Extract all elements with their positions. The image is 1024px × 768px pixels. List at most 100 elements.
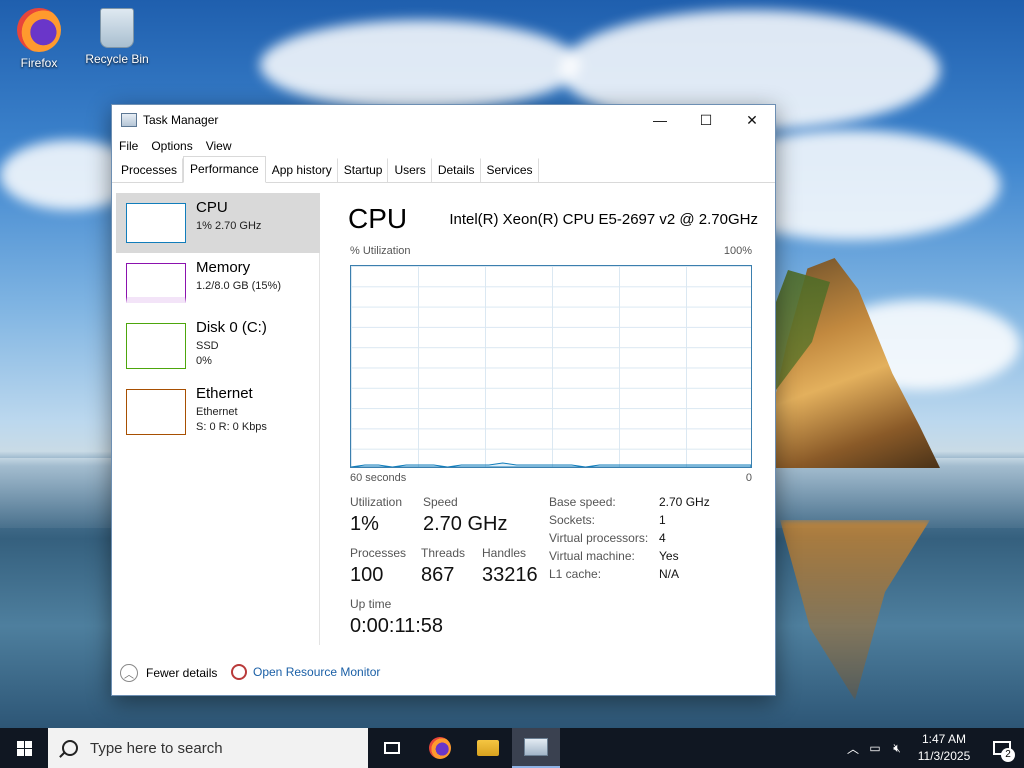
graph-y-label: % Utilization: [350, 245, 411, 257]
firefox-icon: [429, 737, 451, 759]
tab-services[interactable]: Services: [481, 158, 539, 182]
graph-x-label: 60 seconds: [350, 472, 407, 484]
title-bar[interactable]: Task Manager — ☐ ✕: [112, 105, 775, 135]
search-icon: [62, 740, 78, 756]
processes-label: Processes: [350, 546, 407, 560]
resource-item-ethernet[interactable]: Ethernet Ethernet S: 0 R: 0 Kbps: [116, 379, 320, 443]
cpu-utilization-line: [351, 462, 751, 467]
taskbar-task-manager[interactable]: [512, 728, 560, 768]
spec-value: 2.70 GHz: [659, 495, 710, 509]
spec-value: 4: [659, 531, 666, 545]
resource-name: Memory: [196, 259, 251, 276]
cpu-detail-panel: CPU Intel(R) Xeon(R) CPU E5-2697 v2 @ 2.…: [348, 193, 758, 645]
task-manager-window: Task Manager — ☐ ✕ File Options View Pro…: [111, 104, 776, 696]
resource-item-disk[interactable]: Disk 0 (C:) SSD 0%: [116, 313, 320, 377]
fewer-details-label: Fewer details: [146, 666, 218, 680]
tab-users[interactable]: Users: [388, 158, 432, 182]
fewer-details-button[interactable]: ︿ Fewer details: [120, 664, 217, 682]
action-center-button[interactable]: 2: [980, 728, 1024, 768]
cpu-model-name: Intel(R) Xeon(R) CPU E5-2697 v2 @ 2.70GH…: [449, 211, 758, 228]
cpu-graph-svg: [351, 462, 751, 467]
recycle-bin-icon: [100, 8, 134, 48]
chevron-up-icon: ︿: [120, 664, 138, 682]
menu-options[interactable]: Options: [151, 139, 192, 153]
uptime-label: Up time: [350, 597, 392, 611]
tab-performance[interactable]: Performance: [183, 156, 266, 183]
clock-date: 11/3/2025: [917, 749, 971, 763]
graph-x-min-label: 0: [745, 472, 752, 484]
spec-value: N/A: [659, 567, 680, 581]
search-placeholder: Type here to search: [90, 739, 223, 757]
resource-name: CPU: [196, 199, 228, 216]
threads-value: 867: [421, 564, 455, 586]
tab-processes[interactable]: Processes: [115, 158, 184, 182]
taskbar: Type here to search ︿ ▭ 🔇︎ 1:47 AM 11/3/…: [0, 728, 1024, 768]
spec-label: Base speed:: [549, 495, 616, 509]
clock-time: 1:47 AM: [921, 732, 967, 746]
disk-thumbnail-graph: [126, 323, 186, 369]
menu-file[interactable]: File: [119, 139, 138, 153]
task-view-icon: [384, 742, 400, 754]
handles-label: Handles: [482, 546, 527, 560]
open-resource-monitor-link[interactable]: Open Resource Monitor: [231, 664, 380, 680]
taskbar-clock[interactable]: 1:47 AM 11/3/2025: [908, 731, 980, 765]
spec-label: L1 cache:: [549, 567, 602, 581]
window-title: Task Manager: [143, 113, 219, 127]
desktop-icon-firefox[interactable]: Firefox: [4, 8, 74, 70]
tab-details[interactable]: Details: [432, 158, 481, 182]
window-footer: ︿ Fewer details Open Resource Monitor: [112, 647, 775, 695]
show-hidden-icons-button[interactable]: ︿: [842, 728, 864, 768]
desktop-icon-label: Firefox: [20, 56, 58, 70]
task-view-button[interactable]: [368, 728, 416, 768]
taskbar-search-box[interactable]: Type here to search: [48, 728, 368, 768]
utilization-value: 1%: [350, 513, 379, 535]
ethernet-thumbnail-graph: [126, 389, 186, 435]
desktop-icon-recycle-bin[interactable]: Recycle Bin: [82, 8, 152, 66]
spec-label: Virtual processors:: [549, 531, 649, 545]
utilization-label: Utilization: [350, 495, 403, 509]
windows-logo-icon: [16, 740, 32, 756]
taskbar-firefox[interactable]: [416, 728, 464, 768]
minimize-icon: —: [653, 112, 667, 128]
network-icon[interactable]: ▭: [864, 728, 886, 768]
resource-list: CPU 1% 2.70 GHz Memory 1.2/8.0 GB (15%) …: [116, 193, 320, 645]
handles-value: 33216: [482, 564, 538, 586]
resource-item-memory[interactable]: Memory 1.2/8.0 GB (15%): [116, 253, 320, 313]
start-button[interactable]: [0, 728, 48, 768]
threads-label: Threads: [421, 546, 466, 560]
spec-label: Sockets:: [549, 513, 596, 527]
menu-view[interactable]: View: [206, 139, 232, 153]
open-resource-monitor-label: Open Resource Monitor: [253, 665, 381, 679]
memory-thumbnail-graph: [126, 263, 186, 303]
spec-value: 1: [659, 513, 666, 527]
close-icon: ✕: [746, 111, 758, 128]
taskbar-file-explorer[interactable]: [464, 728, 512, 768]
spec-value: Yes: [659, 549, 679, 563]
resource-detail: S: 0 R: 0 Kbps: [196, 421, 267, 433]
tab-strip: Processes Performance App history Startu…: [112, 156, 775, 183]
resource-monitor-icon: [231, 664, 247, 680]
folder-icon: [477, 740, 499, 756]
detail-title: CPU: [348, 203, 408, 234]
resource-name: Disk 0 (C:): [196, 319, 267, 336]
task-manager-icon: [524, 738, 548, 756]
resource-name: Ethernet: [196, 385, 253, 402]
minimize-button[interactable]: —: [637, 105, 683, 135]
rock-reflection: [780, 520, 930, 700]
resource-detail: 1% 2.70 GHz: [196, 220, 262, 232]
tab-app-history[interactable]: App history: [266, 158, 338, 182]
task-manager-icon: [121, 113, 137, 127]
cloud: [260, 20, 580, 110]
close-button[interactable]: ✕: [729, 105, 775, 135]
volume-muted-icon[interactable]: 🔇︎: [886, 728, 908, 768]
resource-item-cpu[interactable]: CPU 1% 2.70 GHz: [116, 193, 320, 253]
menu-bar: File Options View: [112, 135, 775, 157]
desktop-icon-label: Recycle Bin: [85, 52, 149, 66]
uptime-value: 0:00:11:58: [350, 615, 444, 637]
system-tray: ︿ ▭ 🔇︎ 1:47 AM 11/3/2025 2: [842, 728, 1024, 768]
tab-startup[interactable]: Startup: [338, 158, 389, 182]
chevron-up-icon: ︿: [846, 741, 859, 756]
cpu-thumbnail-graph: [126, 203, 186, 243]
firefox-icon: [17, 8, 61, 52]
maximize-button[interactable]: ☐: [683, 105, 729, 135]
